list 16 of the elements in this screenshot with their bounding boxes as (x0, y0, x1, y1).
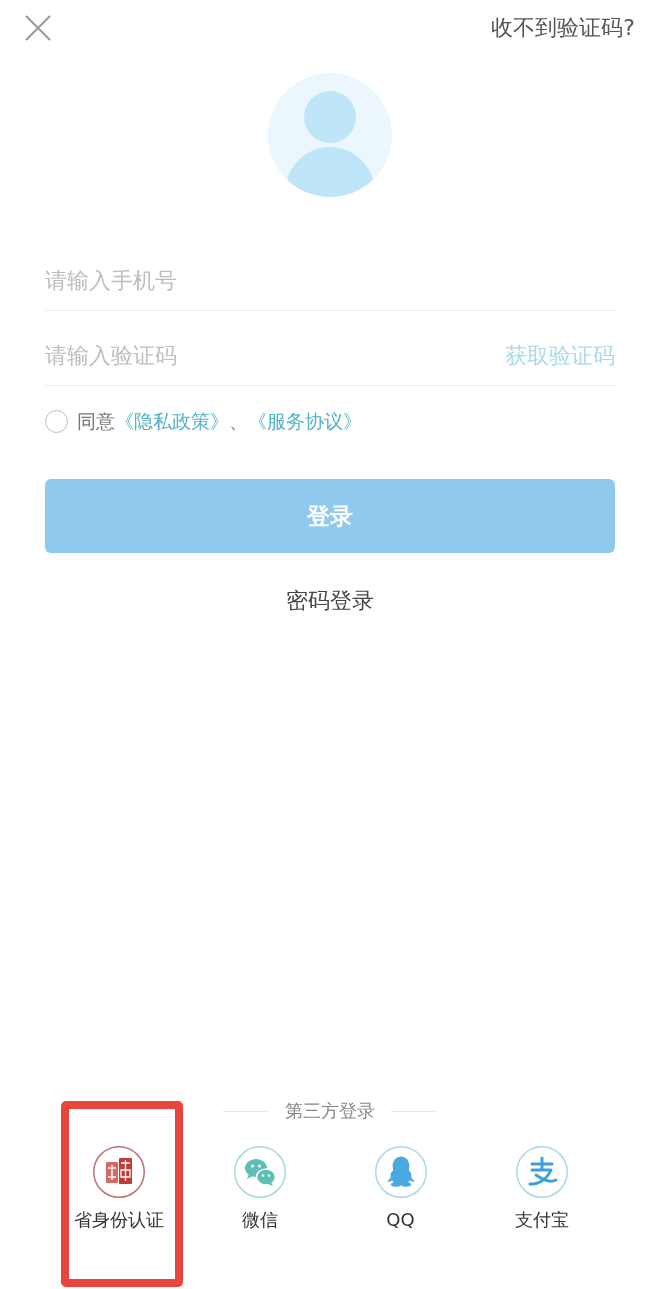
section-title: 第三方登录 (285, 1099, 375, 1123)
help-link[interactable]: 收不到验证码? (491, 13, 635, 43)
penguin-icon (374, 1146, 427, 1198)
phone-field[interactable]: 请输入手机号 (45, 266, 615, 296)
agreement-text: 同意《隐私政策》、《服务协议》 (77, 409, 362, 434)
avatar-icon (268, 73, 392, 197)
third-party-login-button[interactable]: 微信 (233, 1146, 286, 1232)
payment-logo-icon (515, 1146, 568, 1198)
password-login-link[interactable]: 密码登录 (286, 588, 374, 614)
third-party-login-button[interactable]: 支付宝 (514, 1146, 569, 1232)
third-party-login-button[interactable]: 省身份认证 (73, 1146, 164, 1232)
close-icon[interactable] (25, 15, 51, 41)
seal-icon (92, 1146, 145, 1198)
code-field[interactable]: 请输入验证码 (45, 341, 505, 371)
third-party-login-button[interactable]: QQ (374, 1146, 427, 1232)
chat-bubbles-icon (233, 1146, 286, 1198)
